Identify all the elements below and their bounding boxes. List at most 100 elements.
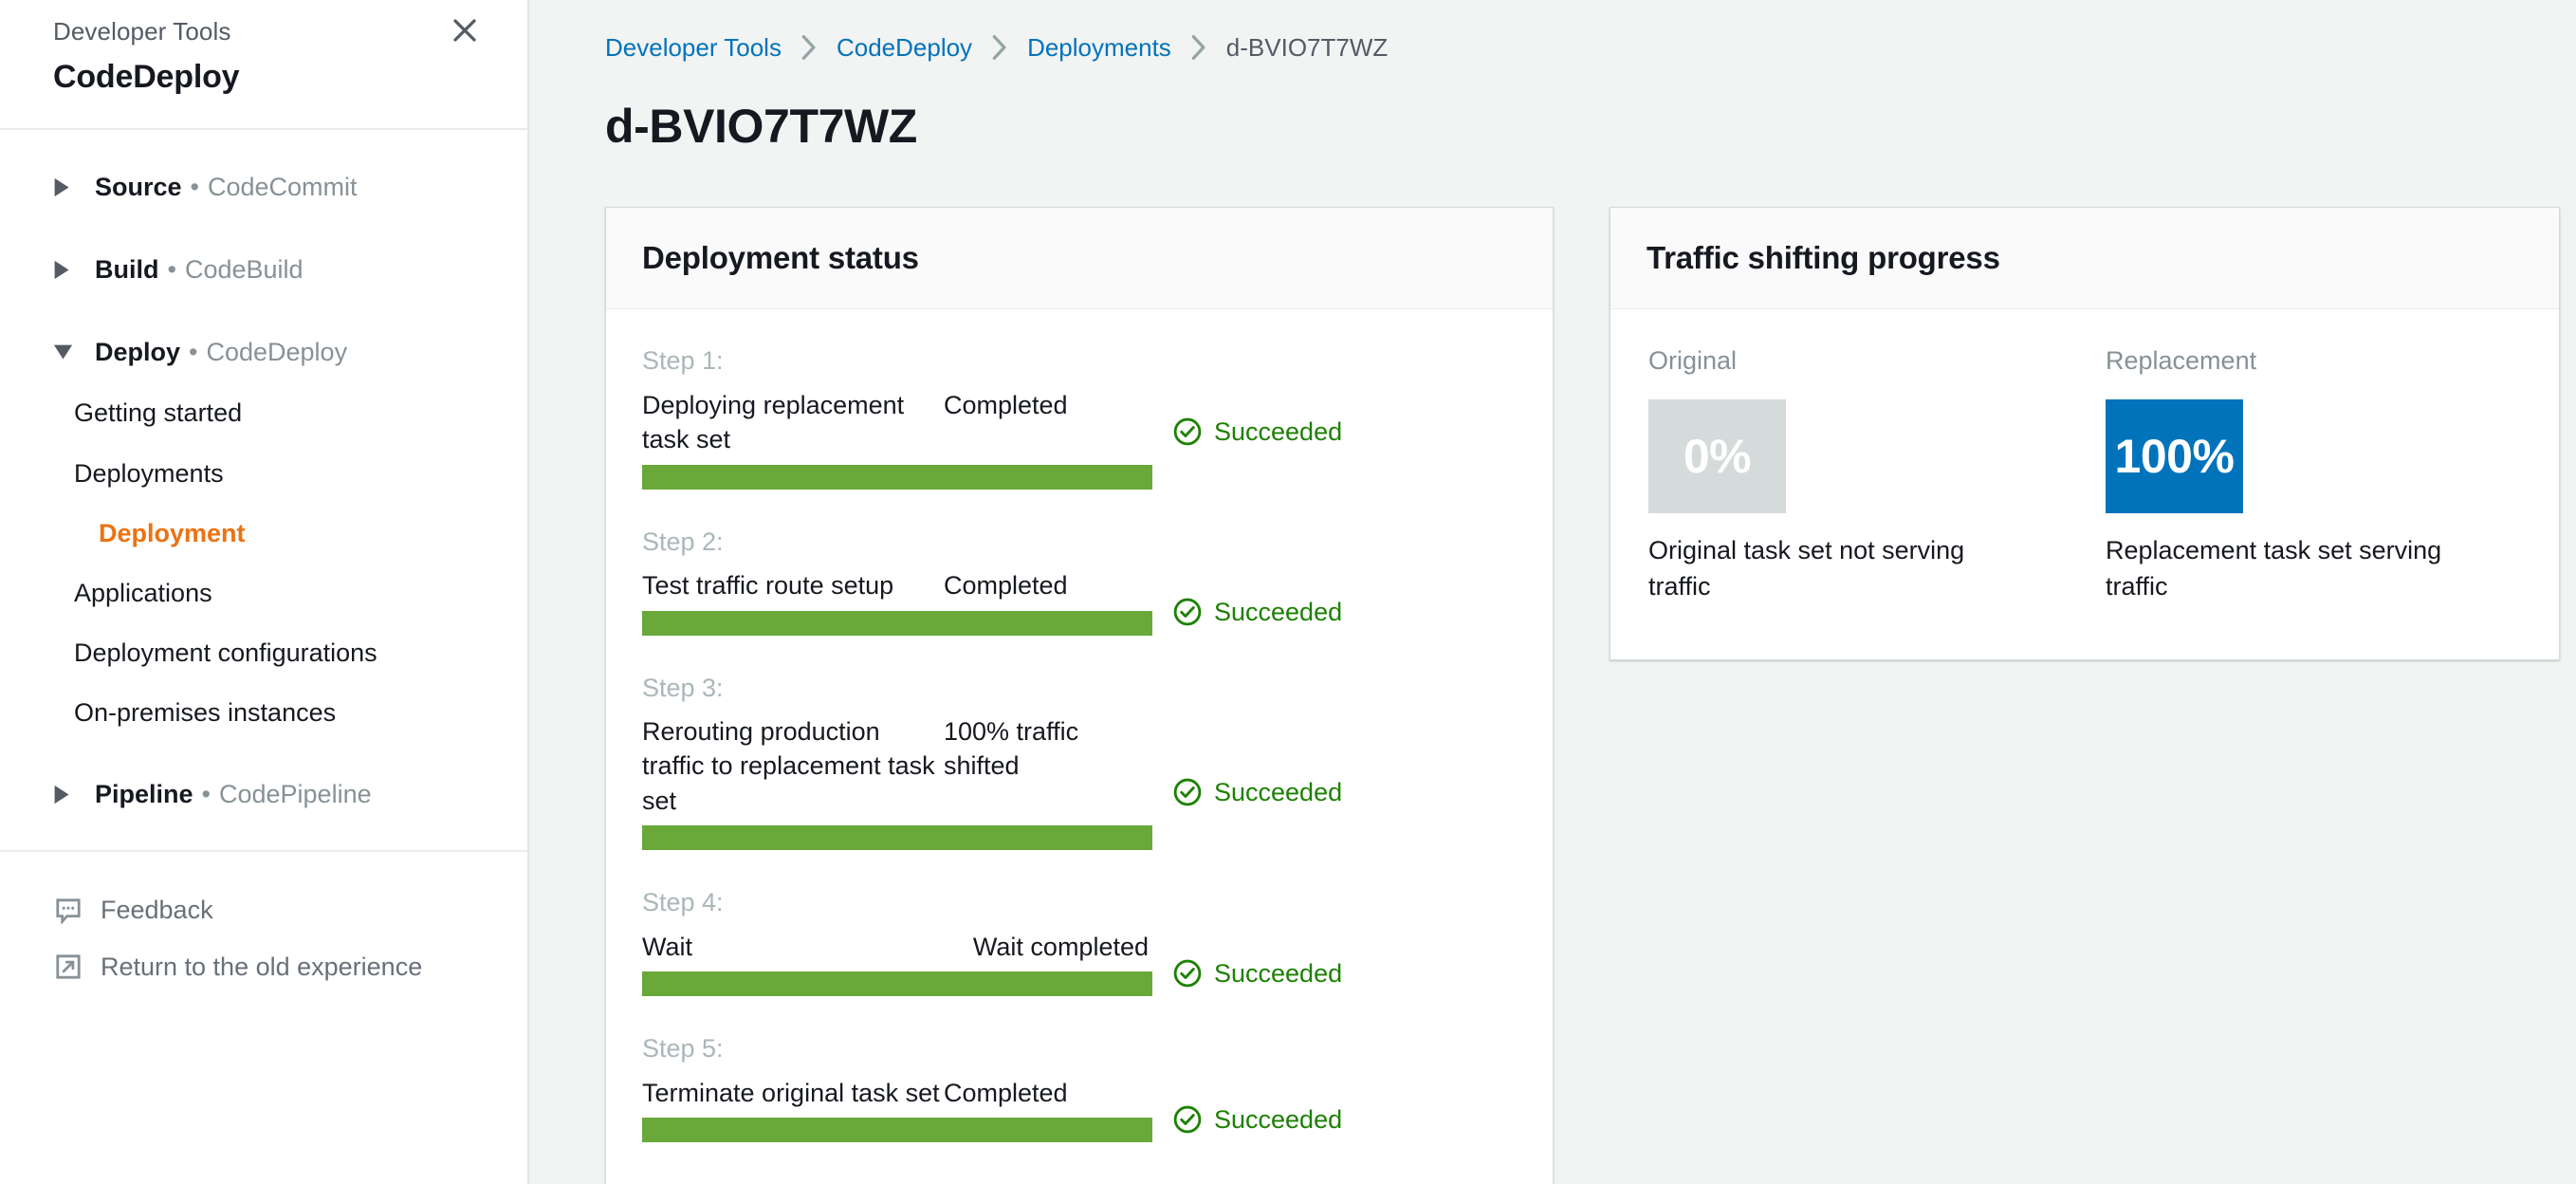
sidebar-group-source[interactable]: Source • CodeCommit (0, 157, 527, 218)
sidebar-group-build[interactable]: Build • CodeBuild (0, 239, 527, 301)
caret-down-icon (53, 343, 76, 361)
step-status: 100% traffic shifted (944, 717, 1079, 781)
status-success-icon (1173, 1105, 1202, 1134)
step-name: Test traffic route setup (642, 571, 894, 601)
chevron-right-icon (991, 35, 1008, 61)
step-name: Deploying replacement task set (642, 390, 905, 454)
deployment-step: Step 4: Wait Wait completed Succeeded (642, 885, 1517, 997)
sidebar-group-pipeline-name: Pipeline (95, 780, 193, 809)
step-progress-fill (642, 1118, 1152, 1143)
step-name: Rerouting production traffic to replacem… (642, 717, 935, 815)
sidebar-item-deployment-configurations[interactable]: Deployment configurations (0, 623, 527, 683)
step-result: Succeeded (1173, 958, 1342, 989)
step-progress-fill (642, 971, 1152, 997)
step-result: Succeeded (1173, 597, 1342, 627)
traffic-column-label: Replacement (2106, 346, 2257, 376)
sidebar-group-deploy-separator: • (189, 338, 198, 367)
traffic-percentage-box-replacement: 100% (2106, 398, 2243, 513)
sidebar-item-deployments[interactable]: Deployments (0, 444, 527, 504)
status-success-icon (1173, 778, 1202, 806)
sidebar-item-on-premises-instances[interactable]: On-premises instances (0, 683, 527, 743)
traffic-column-description: Replacement task set serving traffic (2106, 535, 2442, 601)
step-main: Rerouting production traffic to replacem… (642, 714, 1152, 851)
feedback-link[interactable]: Feedback (0, 882, 527, 938)
sidebar-item-deployment[interactable]: Deployment (0, 504, 527, 564)
step-status: Completed (944, 571, 1068, 601)
return-to-old-experience-label: Return to the old experience (101, 952, 423, 981)
traffic-shifting-card-body: Original 0% Original task set not servin… (1610, 309, 2559, 659)
sidebar-item-applications[interactable]: Applications (0, 564, 527, 623)
sidebar-service-title: CodeDeploy (53, 59, 240, 95)
sidebar-group-pipeline[interactable]: Pipeline • CodePipeline (0, 764, 527, 825)
step-label: Step 5: (642, 1034, 724, 1064)
traffic-column-original: Original 0% Original task set not servin… (1648, 343, 2018, 604)
deployment-status-card-body: Step 1: Deploying replacement task set C… (606, 309, 1553, 1184)
status-success-icon (1173, 959, 1202, 988)
cards-row: Deployment status Step 1: Deploying repl… (605, 207, 2576, 1184)
chevron-right-icon (800, 35, 818, 61)
step-name: Wait (642, 932, 692, 961)
breadcrumb-item-codedeploy[interactable]: CodeDeploy (837, 30, 972, 65)
step-result-text: Succeeded (1214, 1104, 1343, 1134)
sidebar-service-group-label: Developer Tools (53, 17, 231, 46)
traffic-percentage-value: 100% (2114, 429, 2235, 483)
step-progress-bar (642, 1118, 1152, 1143)
status-success-icon (1173, 417, 1202, 446)
step-status: Completed (944, 1078, 1068, 1107)
traffic-shifting-card: Traffic shifting progress Original 0% Or… (1610, 207, 2560, 661)
sidebar-group-build-separator: • (167, 255, 176, 285)
step-progress-fill (642, 464, 1152, 490)
step-result-text: Succeeded (1214, 778, 1343, 807)
step-status: Completed (944, 390, 1068, 419)
traffic-column-replacement: Replacement 100% Replacement task set se… (2106, 343, 2475, 604)
feedback-icon (53, 896, 83, 926)
sidebar-group-deploy-name: Deploy (95, 338, 181, 367)
step-result-text: Succeeded (1214, 958, 1343, 988)
step-label: Step 4: (642, 888, 724, 917)
sidebar-group-deploy[interactable]: Deploy • CodeDeploy (0, 322, 527, 383)
step-label: Step 1: (642, 346, 724, 376)
status-success-icon (1173, 598, 1202, 626)
breadcrumb-item-developer-tools[interactable]: Developer Tools (605, 30, 782, 65)
sidebar-group-source-name: Source (95, 173, 182, 201)
caret-right-icon (53, 177, 76, 197)
traffic-percentage-box-original: 0% (1648, 398, 1786, 513)
sidebar-group-deploy-service: CodeDeploy (206, 338, 348, 367)
sidebar-group-build-name: Build (95, 255, 159, 285)
close-icon[interactable] (444, 9, 486, 51)
step-name: Terminate original task set (642, 1078, 940, 1107)
traffic-column-description: Original task set not serving traffic (1648, 535, 1965, 601)
external-link-icon (53, 952, 83, 982)
sidebar-footer: Feedback Return to the old experience (0, 852, 527, 994)
feedback-label: Feedback (101, 896, 213, 925)
step-status: Wait completed (972, 932, 1149, 961)
step-progress-bar (642, 825, 1152, 851)
deployment-step: Step 1: Deploying replacement task set C… (642, 343, 1517, 490)
breadcrumb-item-deployments[interactable]: Deployments (1027, 30, 1171, 65)
sidebar-group-pipeline-separator: • (201, 780, 211, 809)
step-label: Step 2: (642, 527, 724, 556)
sidebar-header: Developer Tools CodeDeploy (0, 0, 527, 130)
main-content: Developer Tools CodeDeploy Deployments d… (529, 0, 2576, 1184)
step-progress-fill (642, 610, 1152, 636)
breadcrumb: Developer Tools CodeDeploy Deployments d… (605, 21, 2576, 65)
step-main: Terminate original task set Completed (642, 1076, 1152, 1143)
step-result: Succeeded (1173, 1104, 1342, 1135)
deployment-status-card: Deployment status Step 1: Deploying repl… (605, 207, 1554, 1184)
chevron-right-icon (1190, 35, 1207, 61)
deployment-status-heading: Deployment status (642, 240, 919, 276)
caret-right-icon (53, 785, 76, 805)
step-main: Wait Wait completed (642, 930, 1152, 997)
navigation-sidebar: Developer Tools CodeDeploy Source • Code… (0, 0, 529, 1184)
deployment-step: Step 5: Terminate original task set Comp… (642, 1031, 1517, 1143)
step-result-text: Succeeded (1214, 598, 1343, 627)
sidebar-group-build-service: CodeBuild (184, 255, 304, 285)
traffic-percentage-value: 0% (1683, 429, 1752, 483)
step-progress-bar (642, 971, 1152, 997)
return-to-old-experience-link[interactable]: Return to the old experience (0, 939, 527, 995)
codedeploy-console: Developer Tools CodeDeploy Source • Code… (0, 0, 2576, 1184)
step-label: Step 3: (642, 673, 724, 702)
sidebar-item-getting-started[interactable]: Getting started (0, 383, 527, 443)
